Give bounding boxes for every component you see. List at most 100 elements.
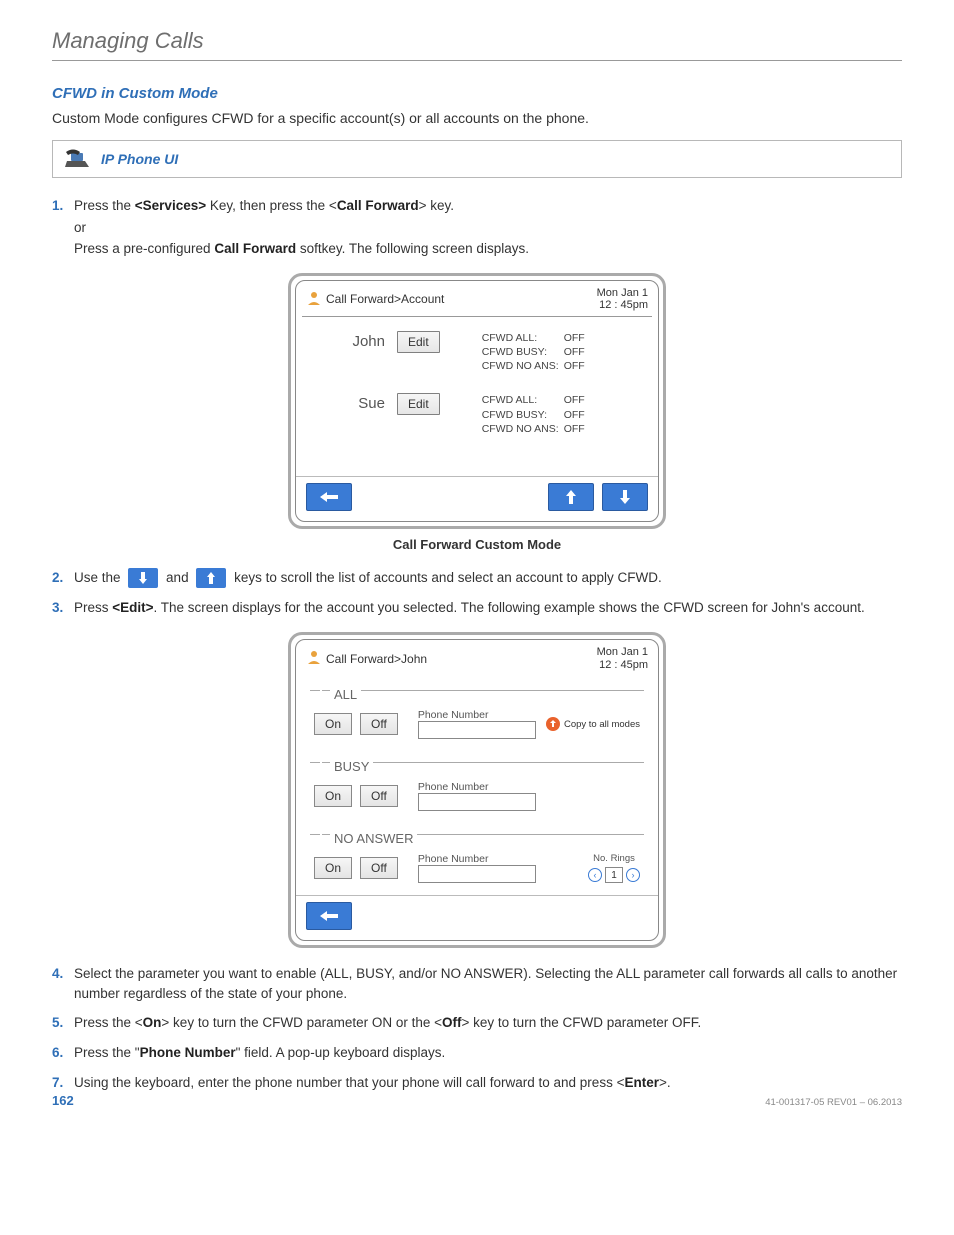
copy-icon [546,717,560,731]
text: keys to scroll the list of accounts and … [234,570,662,585]
account-row-sue: Sue Edit CFWD ALL:OFF CFWD BUSY:OFF CFWD… [310,393,644,436]
step-number: 7. [52,1073,74,1093]
rings-label: No. Rings [593,853,635,864]
cfwd-na-label: CFWD NO ANS: [482,359,564,373]
rings-value: 1 [605,867,623,883]
text: softkey. The following screen displays. [296,241,529,256]
ip-phone-ui-callout: IP Phone UI [52,140,902,178]
cfwd-na-label: CFWD NO ANS: [482,422,564,436]
call-forward-softkey: Call Forward [214,241,296,256]
off-button[interactable]: Off [360,713,398,735]
phone-screen-2: Call Forward>John Mon Jan 1 12 : 45pm AL… [288,632,666,948]
call-forward-key: Call Forward [337,198,419,213]
on-button[interactable]: On [314,857,352,879]
step-4: 4. Select the parameter you want to enab… [52,964,902,1003]
off-key: Off [442,1015,462,1030]
intro-text: Custom Mode configures CFWD for a specif… [52,110,902,126]
text: Press a pre-configured [74,241,214,256]
phone-icon [63,147,91,171]
step-number: 3. [52,598,74,618]
text: Use the [74,570,124,585]
step-number: 2. [52,568,74,588]
account-name: John [310,331,385,350]
page-header: Managing Calls [52,28,902,54]
page-footer: 162 41-001317-05 REV01 – 06.2013 [52,1093,902,1108]
time: 12 : 45pm [597,299,648,312]
down-button[interactable] [602,483,648,511]
phone-number-input[interactable] [418,865,536,883]
group-no-answer: NO ANSWER On Off Phone Number No. Rings … [306,825,648,891]
date: Mon Jan 1 [597,646,648,659]
step-number: 5. [52,1013,74,1033]
group-label: ALL [330,687,361,702]
text: Select the parameter you want to enable … [74,964,902,1003]
cfwd-na-value: OFF [564,359,585,373]
on-key: On [143,1015,162,1030]
cfwd-busy-value: OFF [564,408,585,422]
figure-caption: Call Forward Custom Mode [393,537,561,552]
step-number: 1. [52,196,74,259]
services-key: <Services> [135,198,206,213]
back-button[interactable] [306,902,352,930]
group-busy: BUSY On Off Phone Number [306,753,648,819]
account-name: Sue [310,393,385,412]
text: Key, then press the < [206,198,337,213]
text: Using the keyboard, enter the phone numb… [74,1075,624,1090]
on-button[interactable]: On [314,785,352,807]
text: >. [659,1075,671,1090]
text: > key to turn the CFWD parameter OFF. [462,1015,702,1030]
breadcrumb: Call Forward>John [326,652,427,666]
phone-number-label: Phone Number [418,853,536,865]
page-number: 162 [52,1093,74,1108]
step-3: 3. Press <Edit>. The screen displays for… [52,598,902,618]
group-label: NO ANSWER [330,831,417,846]
increase-rings-button[interactable]: › [626,868,640,882]
decrease-rings-button[interactable]: ‹ [588,868,602,882]
step-number: 6. [52,1043,74,1063]
step-6: 6. Press the "Phone Number" field. A pop… [52,1043,902,1063]
enter-key: Enter [624,1075,659,1090]
up-arrow-icon [196,568,226,588]
phone-number-field: Phone Number [140,1045,236,1060]
step-7: 7. Using the keyboard, enter the phone n… [52,1073,902,1093]
time: 12 : 45pm [597,659,648,672]
group-all: ALL On Off Phone Number Copy to all mode… [306,681,648,747]
copy-label: Copy to all modes [564,719,640,730]
step-1: 1. Press the <Services> Key, then press … [52,196,902,259]
text: Press [74,600,112,615]
up-button[interactable] [548,483,594,511]
text: Press the " [74,1045,140,1060]
phone-number-input[interactable] [418,793,536,811]
edit-button[interactable]: Edit [397,331,440,353]
text: Press the < [74,1015,143,1030]
cfwd-all-value: OFF [564,331,585,345]
edit-button[interactable]: Edit [397,393,440,415]
on-button[interactable]: On [314,713,352,735]
cfwd-busy-label: CFWD BUSY: [482,345,564,359]
cfwd-all-label: CFWD ALL: [482,331,564,345]
text: and [166,570,192,585]
cfwd-all-label: CFWD ALL: [482,393,564,407]
off-button[interactable]: Off [360,785,398,807]
section-title: CFWD in Custom Mode [52,85,902,102]
text: or [74,218,902,238]
edit-key: <Edit> [112,600,153,615]
back-button[interactable] [306,483,352,511]
copy-to-all-modes[interactable]: Copy to all modes [546,717,640,731]
header-rule [52,60,902,61]
callout-label: IP Phone UI [101,151,178,167]
step-number: 4. [52,964,74,1003]
phone-screen-1: Call Forward>Account Mon Jan 1 12 : 45pm… [288,273,666,529]
text: . The screen displays for the account yo… [154,600,865,615]
phone-number-label: Phone Number [418,709,536,721]
document-id: 41-001317-05 REV01 – 06.2013 [765,1097,902,1108]
phone-number-label: Phone Number [418,781,536,793]
cfwd-all-value: OFF [564,393,585,407]
phone-number-input[interactable] [418,721,536,739]
account-row-john: John Edit CFWD ALL:OFF CFWD BUSY:OFF CFW… [310,331,644,374]
off-button[interactable]: Off [360,857,398,879]
cfwd-busy-label: CFWD BUSY: [482,408,564,422]
text: > key to turn the CFWD parameter ON or t… [161,1015,442,1030]
text: Press the [74,198,135,213]
cfwd-busy-value: OFF [564,345,585,359]
